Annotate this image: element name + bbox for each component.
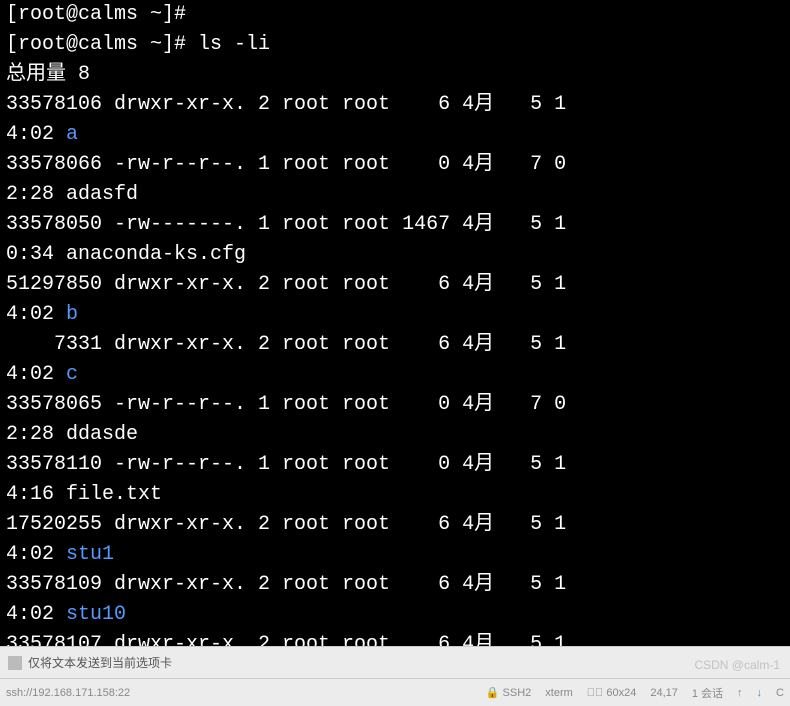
terminal-output[interactable]: [root@calms ~]# [root@calms ~]# ls -li 总… — [0, 0, 790, 646]
status-ssh: 🔒 SSH2 — [486, 686, 532, 699]
status-session: 1 会话 — [692, 685, 723, 701]
status-down-icon[interactable]: ↓ — [757, 687, 763, 699]
status-term: xterm — [545, 687, 573, 699]
send-text-label: 仅将文本发送到当前选项卡 — [28, 654, 172, 671]
status-size: �⃞ 60x24 — [587, 687, 637, 699]
status-cap: C — [776, 687, 784, 699]
status-bar: ssh://192.168.171.158:22 🔒 SSH2 xterm �⃞… — [0, 678, 790, 706]
send-text-bar: 仅将文本发送到当前选项卡 — [0, 646, 790, 678]
status-pos: 24,17 — [650, 687, 678, 699]
send-icon — [8, 656, 22, 670]
status-address: ssh://192.168.171.158:22 — [6, 687, 130, 699]
watermark: CSDN @calm-1 — [694, 658, 780, 672]
status-up-icon: ↑ — [737, 687, 743, 699]
